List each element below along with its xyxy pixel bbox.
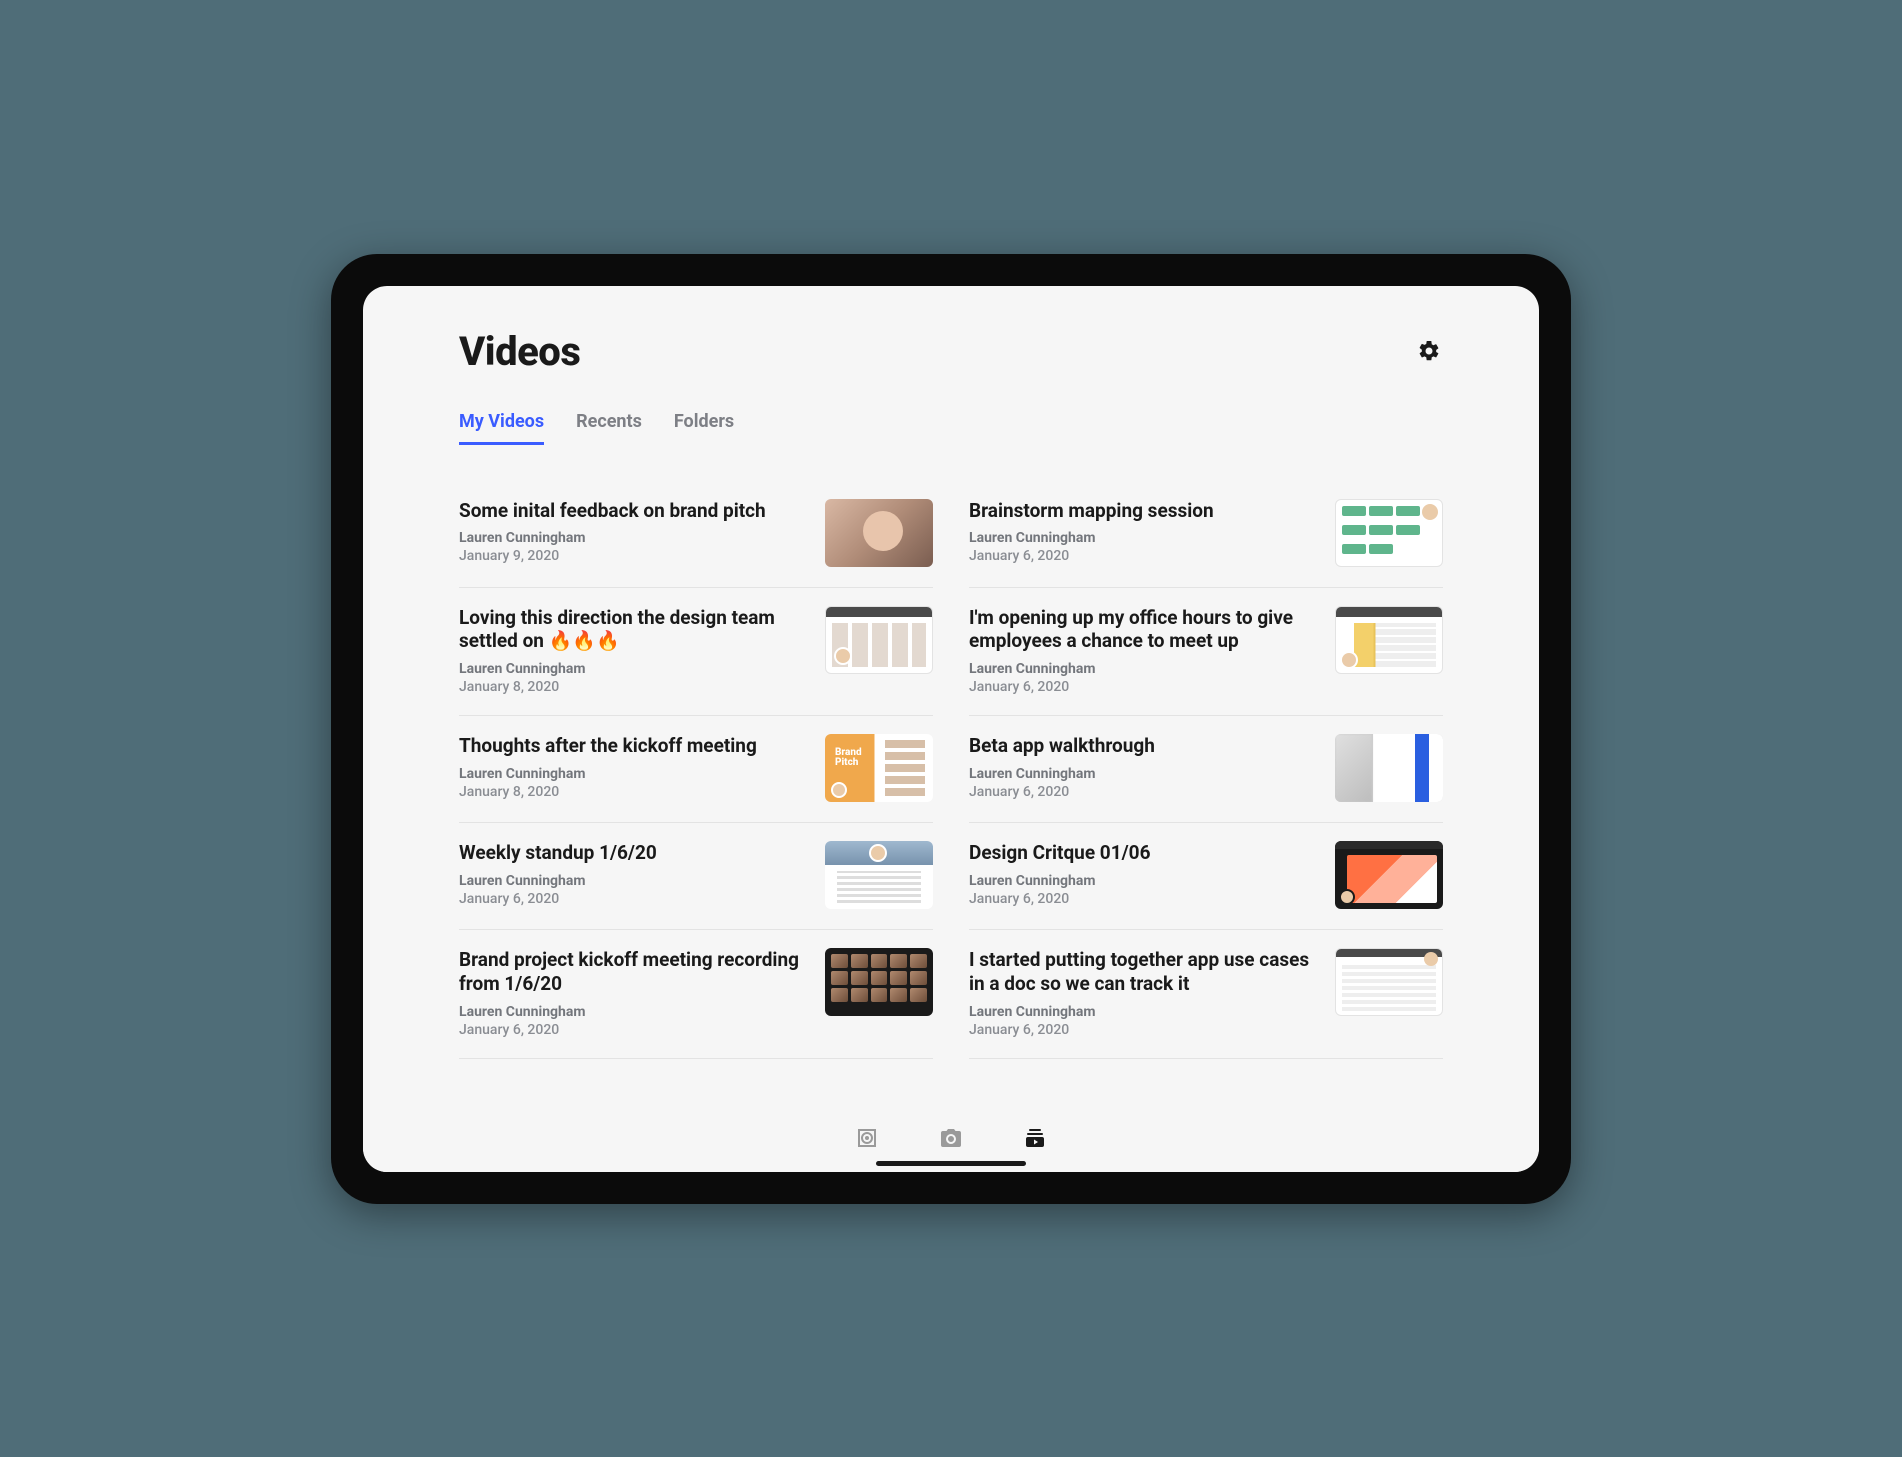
- video-item[interactable]: I'm opening up my office hours to give e…: [969, 588, 1443, 717]
- video-thumbnail: [1335, 499, 1443, 567]
- header: Videos: [459, 328, 1443, 375]
- video-date: January 6, 2020: [459, 891, 805, 907]
- page-title: Videos: [459, 328, 580, 375]
- tab-folders[interactable]: Folders: [674, 411, 734, 445]
- video-list: Some inital feedback on brand pitch Laur…: [459, 481, 1443, 1059]
- video-item[interactable]: I started putting together app use cases…: [969, 930, 1443, 1059]
- tablet-frame: Videos My Videos Recents Folders Some in…: [331, 254, 1571, 1204]
- video-date: January 6, 2020: [969, 679, 1315, 695]
- video-title: Design Critque 01/06: [969, 841, 1315, 865]
- video-item[interactable]: Beta app walkthrough Lauren Cunningham J…: [969, 716, 1443, 823]
- video-author: Lauren Cunningham: [969, 873, 1315, 889]
- video-title: Brand project kickoff meeting recording …: [459, 948, 805, 996]
- video-date: January 9, 2020: [459, 548, 805, 564]
- home-indicator[interactable]: [876, 1161, 1026, 1166]
- nav-library-button[interactable]: [1022, 1125, 1048, 1151]
- video-date: January 6, 2020: [969, 1022, 1315, 1038]
- video-thumbnail: [825, 841, 933, 909]
- video-title: Some inital feedback on brand pitch: [459, 499, 805, 523]
- video-meta: Design Critque 01/06 Lauren Cunningham J…: [969, 841, 1315, 907]
- video-item[interactable]: Loving this direction the design team se…: [459, 588, 933, 717]
- video-meta: Brainstorm mapping session Lauren Cunnin…: [969, 499, 1315, 565]
- tab-bar: My Videos Recents Folders: [459, 411, 1443, 445]
- video-item[interactable]: Weekly standup 1/6/20 Lauren Cunningham …: [459, 823, 933, 930]
- video-meta: Weekly standup 1/6/20 Lauren Cunningham …: [459, 841, 805, 907]
- tab-recents[interactable]: Recents: [576, 411, 642, 445]
- video-item[interactable]: Some inital feedback on brand pitch Laur…: [459, 481, 933, 588]
- video-meta: Brand project kickoff meeting recording …: [459, 948, 805, 1038]
- video-thumbnail: [1335, 841, 1443, 909]
- video-item[interactable]: Brand project kickoff meeting recording …: [459, 930, 933, 1059]
- camera-icon: [939, 1126, 963, 1150]
- video-date: January 6, 2020: [969, 784, 1315, 800]
- video-author: Lauren Cunningham: [459, 530, 805, 546]
- video-title: I started putting together app use cases…: [969, 948, 1315, 996]
- nav-camera-button[interactable]: [938, 1125, 964, 1151]
- video-date: January 6, 2020: [459, 1022, 805, 1038]
- video-author: Lauren Cunningham: [459, 1004, 805, 1020]
- thumbnail-text: Brand Pitch: [835, 748, 862, 768]
- video-item[interactable]: Brainstorm mapping session Lauren Cunnin…: [969, 481, 1443, 588]
- library-icon: [1023, 1126, 1047, 1150]
- video-date: January 6, 2020: [969, 891, 1315, 907]
- video-item[interactable]: Design Critque 01/06 Lauren Cunningham J…: [969, 823, 1443, 930]
- video-author: Lauren Cunningham: [459, 661, 805, 677]
- video-thumbnail: [825, 948, 933, 1016]
- video-meta: I started putting together app use cases…: [969, 948, 1315, 1038]
- video-meta: Some inital feedback on brand pitch Laur…: [459, 499, 805, 565]
- video-title: Weekly standup 1/6/20: [459, 841, 805, 865]
- video-meta: Loving this direction the design team se…: [459, 606, 805, 696]
- video-thumbnail: [825, 606, 933, 674]
- video-title: I'm opening up my office hours to give e…: [969, 606, 1315, 654]
- record-target-icon: [855, 1126, 879, 1150]
- video-date: January 8, 2020: [459, 679, 805, 695]
- video-author: Lauren Cunningham: [969, 1004, 1315, 1020]
- video-thumbnail: [825, 499, 933, 567]
- video-title: Beta app walkthrough: [969, 734, 1315, 758]
- main-content: Videos My Videos Recents Folders Some in…: [363, 286, 1539, 1104]
- video-author: Lauren Cunningham: [459, 766, 805, 782]
- video-thumbnail: [1335, 948, 1443, 1016]
- video-author: Lauren Cunningham: [969, 766, 1315, 782]
- video-meta: Beta app walkthrough Lauren Cunningham J…: [969, 734, 1315, 800]
- settings-button[interactable]: [1415, 337, 1443, 365]
- app-screen: Videos My Videos Recents Folders Some in…: [363, 286, 1539, 1172]
- video-title: Thoughts after the kickoff meeting: [459, 734, 805, 758]
- video-author: Lauren Cunningham: [969, 530, 1315, 546]
- video-meta: I'm opening up my office hours to give e…: [969, 606, 1315, 696]
- video-thumbnail: [1335, 606, 1443, 674]
- video-title: Brainstorm mapping session: [969, 499, 1315, 523]
- tab-my-videos[interactable]: My Videos: [459, 411, 544, 445]
- video-thumbnail: [1335, 734, 1443, 802]
- video-author: Lauren Cunningham: [459, 873, 805, 889]
- video-title: Loving this direction the design team se…: [459, 606, 805, 654]
- video-author: Lauren Cunningham: [969, 661, 1315, 677]
- video-date: January 6, 2020: [969, 548, 1315, 564]
- gear-icon: [1417, 339, 1441, 363]
- video-meta: Thoughts after the kickoff meeting Laure…: [459, 734, 805, 800]
- video-thumbnail: Brand Pitch: [825, 734, 933, 802]
- video-date: January 8, 2020: [459, 784, 805, 800]
- nav-record-button[interactable]: [854, 1125, 880, 1151]
- video-item[interactable]: Thoughts after the kickoff meeting Laure…: [459, 716, 933, 823]
